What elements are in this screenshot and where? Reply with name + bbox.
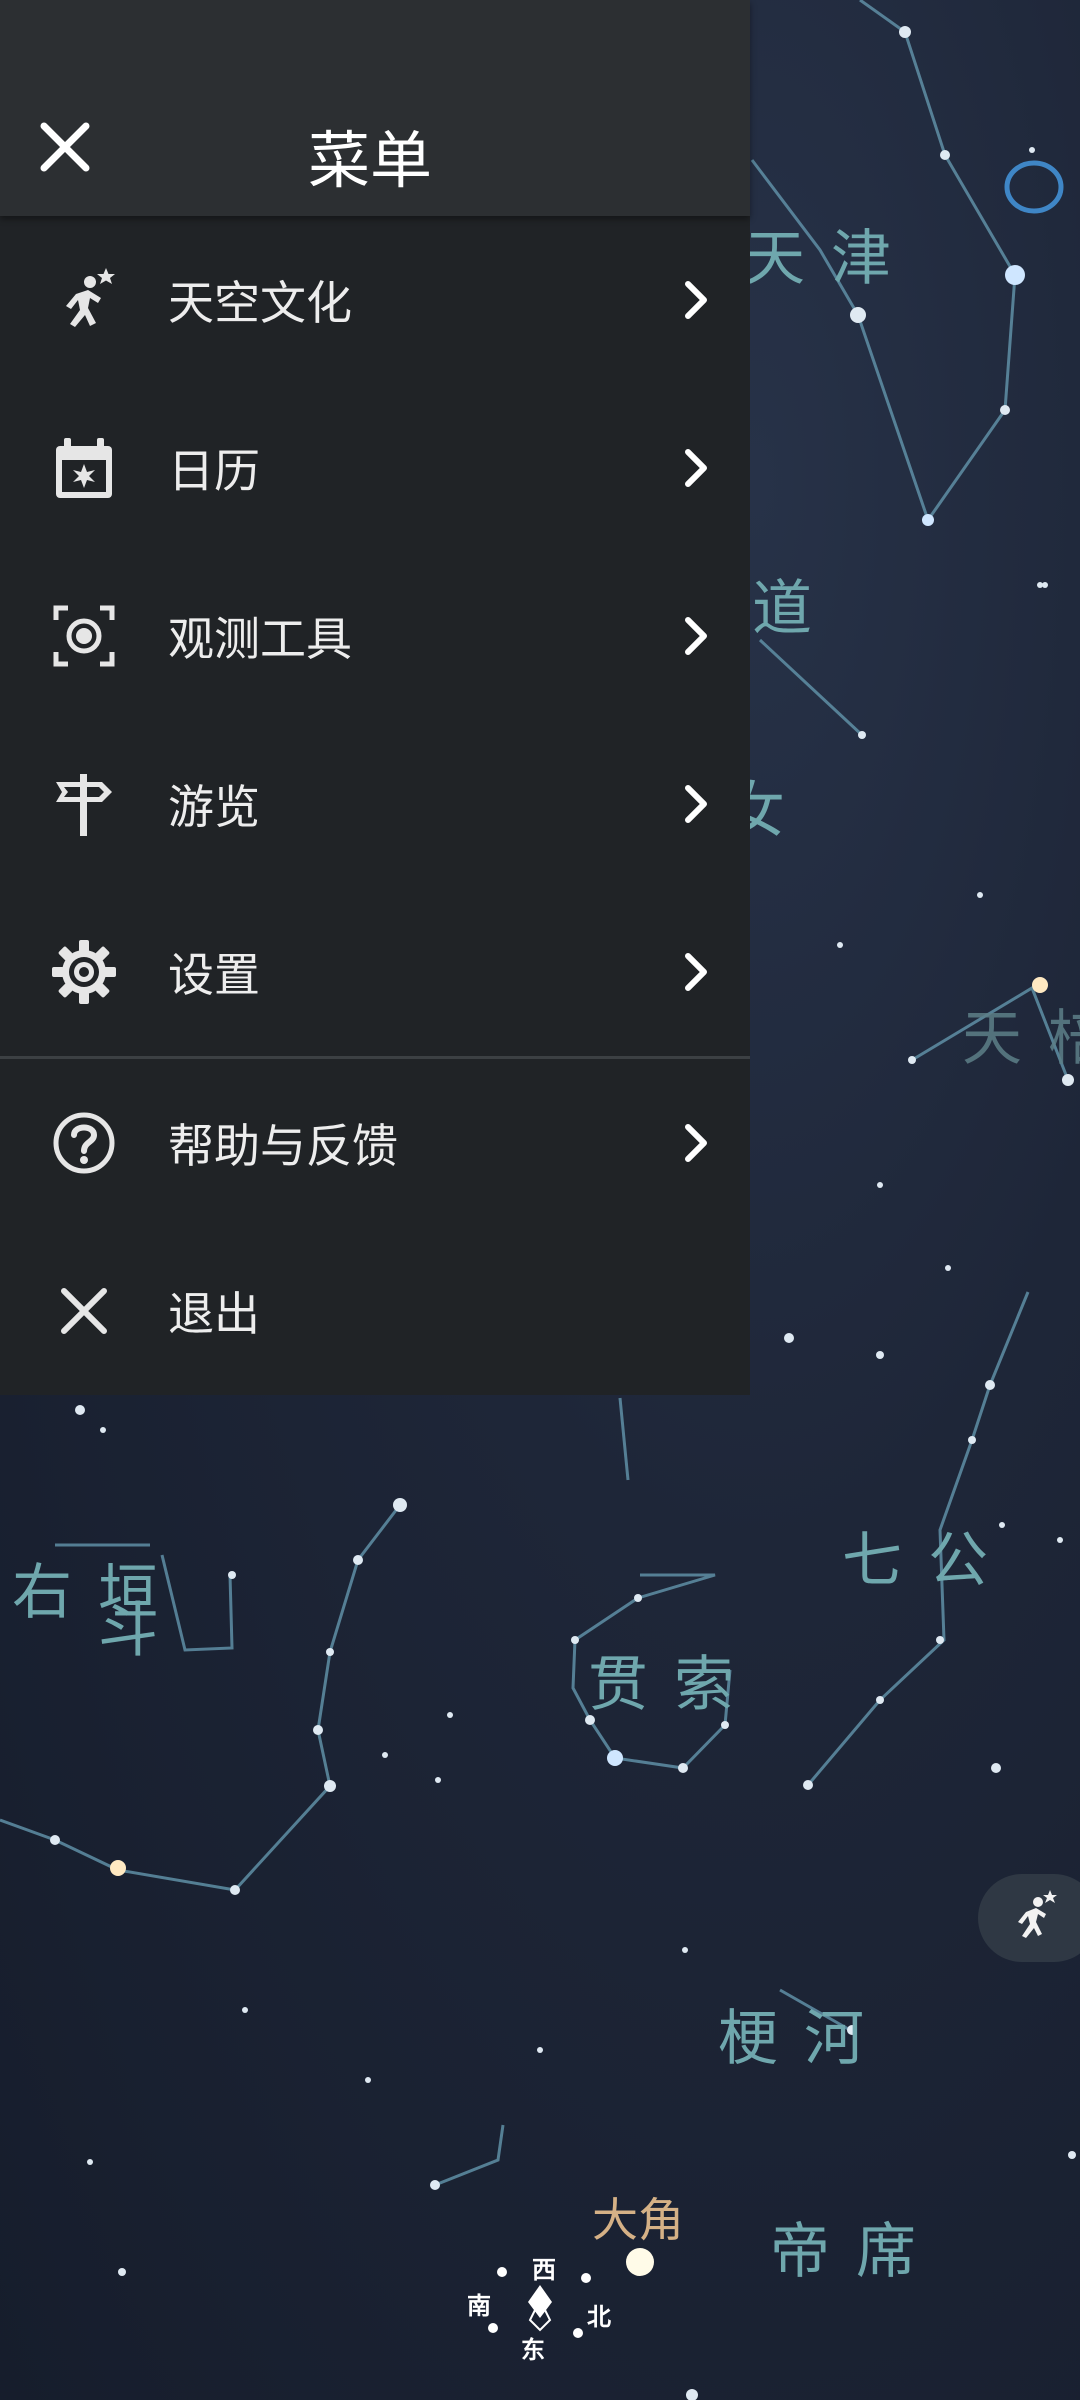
- menu-item-label: 设置: [168, 948, 260, 1002]
- close-icon: [61, 1288, 107, 1334]
- menu-item-settings[interactable]: 设置: [0, 888, 750, 1056]
- sky-culture-icon: [66, 268, 115, 327]
- constellation-label: 道: [752, 574, 838, 644]
- compass-north-label: 北: [587, 2303, 611, 2331]
- compass-south-label: 南: [467, 2292, 491, 2320]
- observation-tools-icon: [53, 605, 115, 667]
- menu-drawer: 菜单 天空文化 日历 观测工具 游览 设置 帮助与反馈 退出: [0, 0, 750, 1395]
- menu-item-tour[interactable]: 游览: [0, 720, 750, 888]
- menu-item-label: 退出: [168, 1287, 260, 1341]
- help-icon: [53, 1112, 115, 1174]
- chevron-right-icon: [685, 449, 707, 487]
- compass-east-label: 东: [521, 2336, 545, 2364]
- sky-culture-button[interactable]: [978, 1874, 1080, 1962]
- constellation-label: 贯索: [588, 1650, 760, 1720]
- gear-icon: [52, 940, 116, 1004]
- drawer-title: 菜单: [307, 124, 432, 197]
- menu-item-help-feedback[interactable]: 帮助与反馈: [0, 1059, 750, 1227]
- menu-item-label: 天空文化: [168, 276, 352, 330]
- constellation-label: 天棓: [962, 1004, 1080, 1074]
- chevron-right-icon: [685, 617, 707, 655]
- menu-item-sky-culture[interactable]: 天空文化: [0, 216, 750, 384]
- menu-item-exit[interactable]: 退出: [0, 1227, 750, 1395]
- compass-west-label: 西: [532, 2256, 556, 2284]
- drawer-header: 菜单: [0, 0, 750, 216]
- chevron-right-icon: [685, 1124, 707, 1162]
- chevron-right-icon: [685, 281, 707, 319]
- menu-item-label: 帮助与反馈: [168, 1119, 398, 1173]
- constellation-label: 斗: [98, 1596, 184, 1666]
- constellation-label: 七公: [842, 1526, 1014, 1596]
- signpost-icon: [56, 774, 112, 836]
- constellation-label: 天津: [745, 224, 917, 294]
- chevron-right-icon: [685, 953, 707, 991]
- menu-item-calendar[interactable]: 日历: [0, 384, 750, 552]
- menu-item-observation-tools[interactable]: 观测工具: [0, 552, 750, 720]
- constellation-label: 帝席: [770, 2217, 942, 2287]
- menu-item-label: 日历: [168, 444, 260, 498]
- menu-item-label: 游览: [168, 780, 260, 834]
- sky-culture-icon: [1018, 1890, 1057, 1938]
- chevron-right-icon: [685, 785, 707, 823]
- calendar-icon: [56, 438, 112, 498]
- star-label: 大角: [592, 2193, 684, 2247]
- constellation-label: 梗河: [718, 2004, 890, 2074]
- menu-item-label: 观测工具: [168, 612, 352, 666]
